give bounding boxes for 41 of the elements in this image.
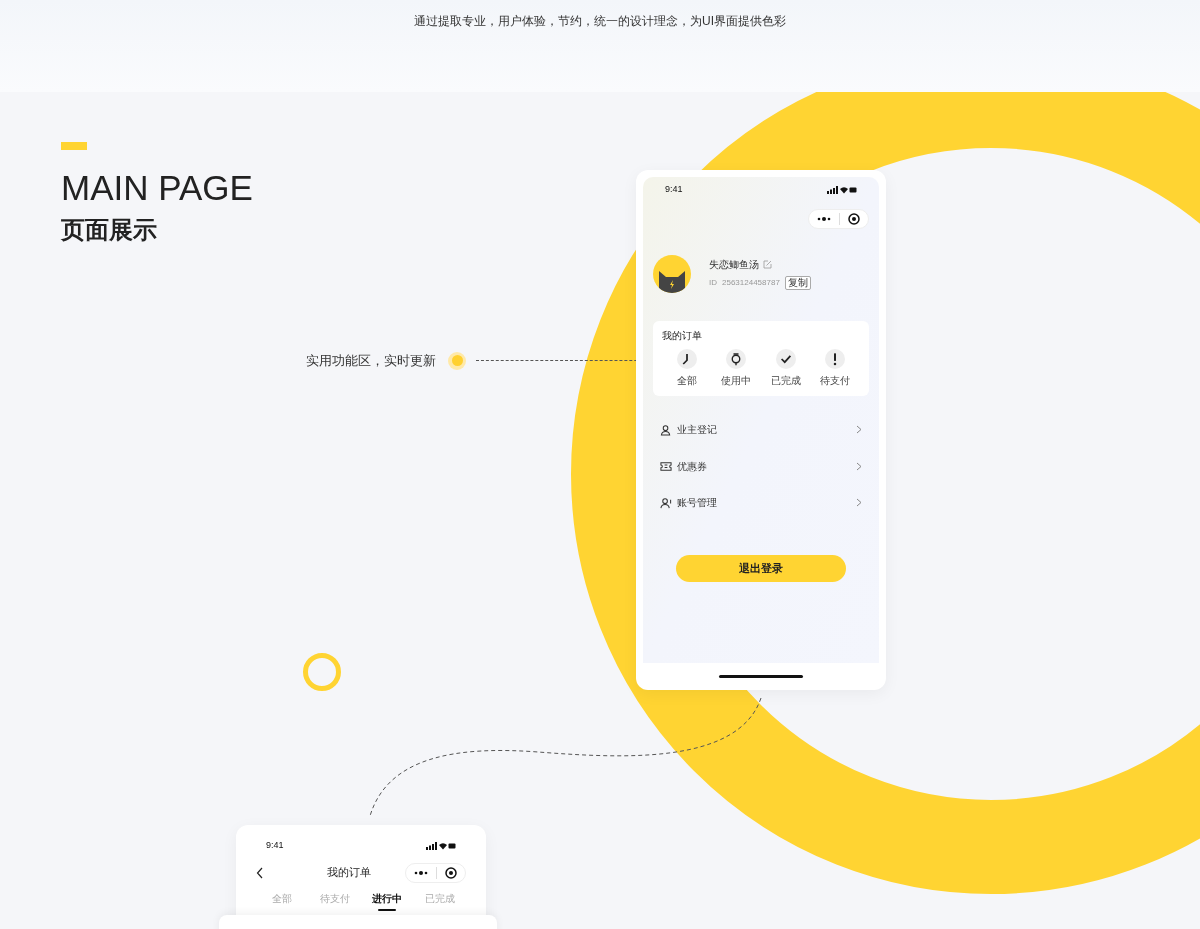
order-shortcut[interactable]: 待支付	[810, 348, 860, 388]
status-icons	[426, 841, 456, 850]
order-shortcut[interactable]: 使用中	[711, 348, 761, 388]
menu-item[interactable]: 优惠券	[660, 448, 862, 485]
user-name: 失恋鲫鱼汤	[709, 258, 759, 272]
chevron-right-icon	[856, 498, 862, 508]
order-shortcut[interactable]: 已完成	[761, 348, 811, 388]
capsule-menu[interactable]	[405, 862, 466, 883]
target-icon	[848, 212, 860, 225]
id-label: ID	[709, 277, 717, 289]
order-shortcut[interactable]: 全部	[662, 348, 712, 388]
more-icon	[817, 216, 831, 221]
all-order-icon	[676, 348, 697, 369]
id-value: 2563124458787	[722, 277, 780, 289]
status-time: 9:41	[665, 183, 683, 196]
ticket-icon	[660, 460, 672, 473]
logout-button[interactable]: 退出登录	[676, 555, 846, 582]
ring-outline	[303, 653, 341, 691]
chevron-right-icon	[856, 425, 862, 435]
chevron-right-icon	[856, 461, 862, 471]
status-time: 9:41	[266, 839, 284, 852]
pending-order-icon	[825, 348, 846, 369]
status-icons	[827, 185, 857, 194]
section-title: MAIN PAGE	[61, 168, 253, 208]
section-subtitle: 页面展示	[61, 215, 158, 245]
menu-item[interactable]: 业主登记	[660, 411, 862, 448]
accent-bar	[61, 142, 87, 150]
done-order-icon	[775, 348, 796, 369]
callout-text: 实用功能区，实时更新	[306, 352, 437, 370]
target-icon	[445, 866, 457, 879]
person-icon	[660, 423, 672, 436]
menu-item[interactable]: 账号管理	[660, 484, 862, 521]
user-icon	[660, 496, 672, 509]
capsule-menu[interactable]	[808, 208, 869, 229]
order-tab[interactable]: 进行中	[361, 890, 414, 911]
orders-title: 我的订单	[662, 328, 703, 343]
more-icon	[414, 870, 428, 875]
tagline: 通过提取专业，用户体验，节约，统一的设计理念，为UI界面提供色彩	[414, 13, 786, 30]
page-title: 我的订单	[325, 865, 372, 881]
back-icon[interactable]	[256, 866, 264, 879]
copy-button[interactable]: 复制	[784, 276, 811, 290]
